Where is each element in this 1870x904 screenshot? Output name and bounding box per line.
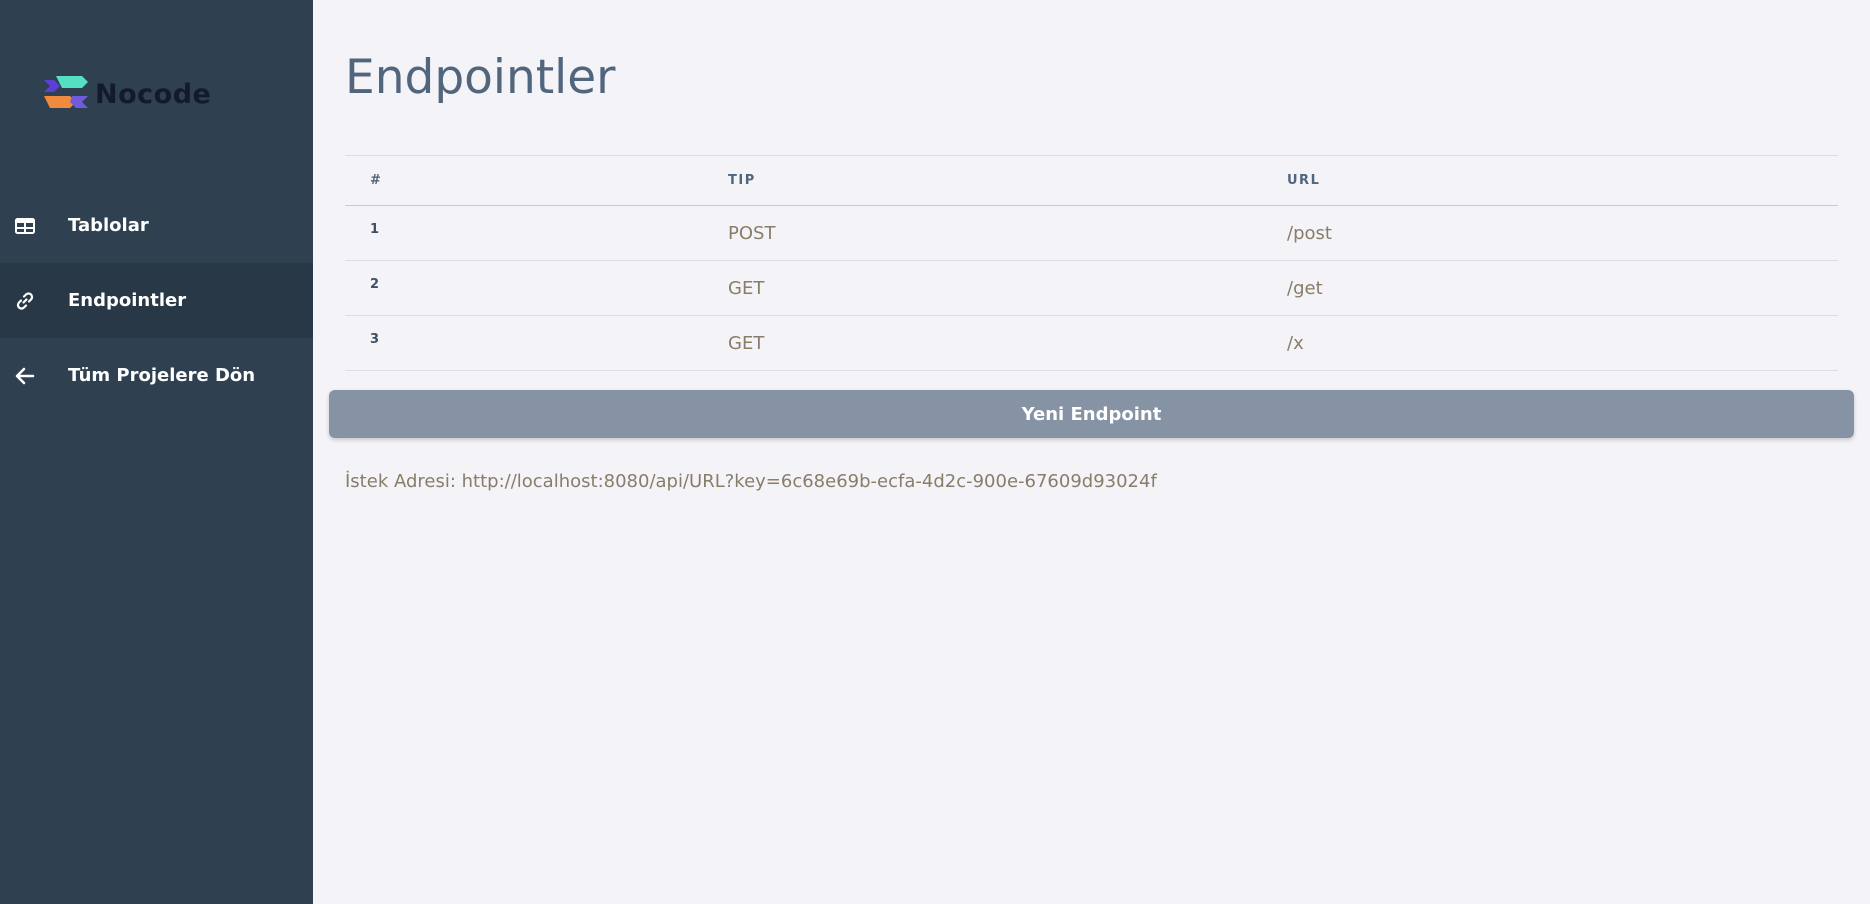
main-content: Endpointler # TIP URL 1 POST /post 2 GET…: [313, 0, 1870, 904]
new-endpoint-button[interactable]: Yeni Endpoint: [329, 390, 1854, 438]
column-header-number: #: [345, 155, 728, 206]
row-tip: GET: [728, 260, 1287, 316]
column-header-tip: TIP: [728, 155, 1287, 206]
arrow-left-icon: [0, 367, 68, 385]
column-header-url: URL: [1287, 155, 1838, 206]
link-icon: [0, 291, 68, 311]
endpoints-table: # TIP URL 1 POST /post 2 GET /get 3 GET …: [345, 155, 1838, 371]
sidebar-item-back-to-projects[interactable]: Tüm Projelere Dön: [0, 338, 313, 413]
row-url: /post: [1287, 205, 1838, 261]
request-address-text: İstek Adresi: http://localhost:8080/api/…: [345, 471, 1157, 492]
row-url: /get: [1287, 260, 1838, 316]
row-tip: GET: [728, 315, 1287, 371]
page-title: Endpointler: [345, 50, 616, 105]
app-logo[interactable]: Nocode: [42, 74, 211, 114]
sidebar: Nocode Tablolar Endpointler Tüm Projeler…: [0, 0, 313, 904]
logo-text: Nocode: [95, 78, 212, 110]
table-row[interactable]: 1 POST /post: [345, 205, 1838, 261]
row-number: 2: [345, 260, 728, 316]
row-tip: POST: [728, 205, 1287, 261]
row-url: /x: [1287, 315, 1838, 371]
table-row[interactable]: 3 GET /x: [345, 315, 1838, 371]
sidebar-item-tablolar[interactable]: Tablolar: [0, 188, 313, 263]
nocode-logo-icon: [44, 76, 88, 108]
table-header-row: # TIP URL: [345, 155, 1838, 206]
table-icon: [0, 217, 68, 234]
sidebar-item-endpointler[interactable]: Endpointler: [0, 263, 313, 338]
row-number: 1: [345, 205, 728, 261]
sidebar-item-label: Tablolar: [68, 215, 149, 236]
sidebar-nav: Tablolar Endpointler Tüm Projelere Dön: [0, 188, 313, 413]
row-number: 3: [345, 315, 728, 371]
table-row[interactable]: 2 GET /get: [345, 260, 1838, 316]
sidebar-item-label: Endpointler: [68, 290, 187, 311]
sidebar-item-label: Tüm Projelere Dön: [68, 365, 256, 386]
